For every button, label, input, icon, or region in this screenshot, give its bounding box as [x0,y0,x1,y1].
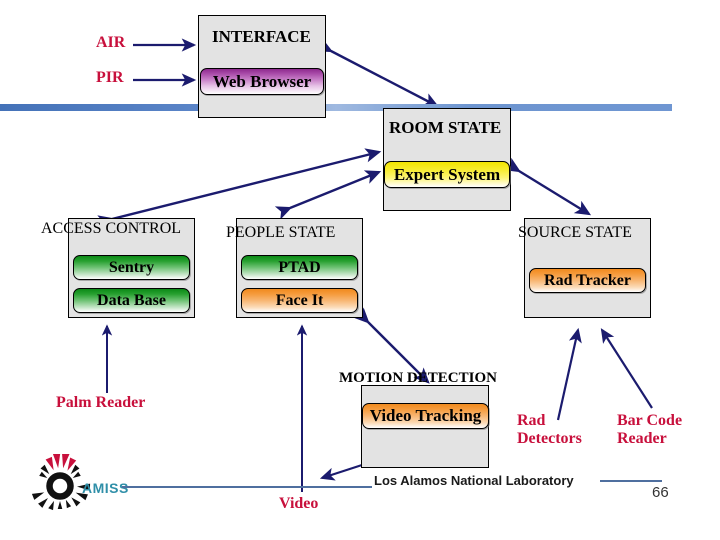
label-rad-detectors-line2: Detectors [517,429,582,447]
button-web-browser[interactable]: Web Browser [200,68,324,95]
arrow-barcodereader-to-sourcestate [600,328,653,409]
arrow-peoplestate-roomstate [274,170,382,220]
group-caption-interface: INTERFACE [212,27,311,46]
amiss-logo-text: AMISS [82,480,129,496]
button-rad-tracker[interactable]: Rad Tracker [529,268,646,293]
group-caption-motion-detection: MOTION DETECTION [339,370,497,386]
label-palm-reader: Palm Reader [56,394,146,411]
group-caption-source-state: SOURCE STATE [518,224,632,241]
button-ptad[interactable]: PTAD [241,255,358,280]
blue-divider-bar [0,104,672,111]
label-rad-detectors: Rad Detectors [517,412,582,448]
label-pir: PIR [96,69,124,86]
label-rad-detectors-line1: Rad [517,412,546,429]
button-expert-system[interactable]: Expert System [384,161,510,188]
label-air: AIR [96,34,126,51]
arrow-raddetectors-to-sourcestate [556,327,582,421]
page-number: 66 [652,484,669,501]
label-video: Video [279,495,319,512]
label-bar-code-reader-line1: Bar Code [617,412,683,429]
arrow-roomstate-sourcestate [503,157,592,216]
button-data-base[interactable]: Data Base [73,288,190,313]
label-bar-code-reader-line2: Reader [617,429,667,447]
arrow-motiondetection-to-footer [319,463,363,481]
arrow-interface-roomstate [315,38,440,108]
footer-rule-right [600,480,662,482]
group-caption-people-state: PEOPLE STATE [226,224,336,241]
button-face-it[interactable]: Face It [241,288,358,313]
footer-rule-left [122,486,372,488]
group-caption-room-state: ROOM STATE [389,118,502,137]
footer-label: Los Alamos National Laboratory [374,473,574,488]
label-bar-code-reader: Bar Code Reader [617,412,682,448]
slide-canvas: INTERFACE Web Browser ROOM STATE Expert … [0,0,720,540]
arrow-accesscontrol-roomstate [97,148,382,230]
button-sentry[interactable]: Sentry [73,255,190,280]
button-video-tracking[interactable]: Video Tracking [362,403,489,429]
group-caption-access-control: ACCESS CONTROL [41,220,182,237]
